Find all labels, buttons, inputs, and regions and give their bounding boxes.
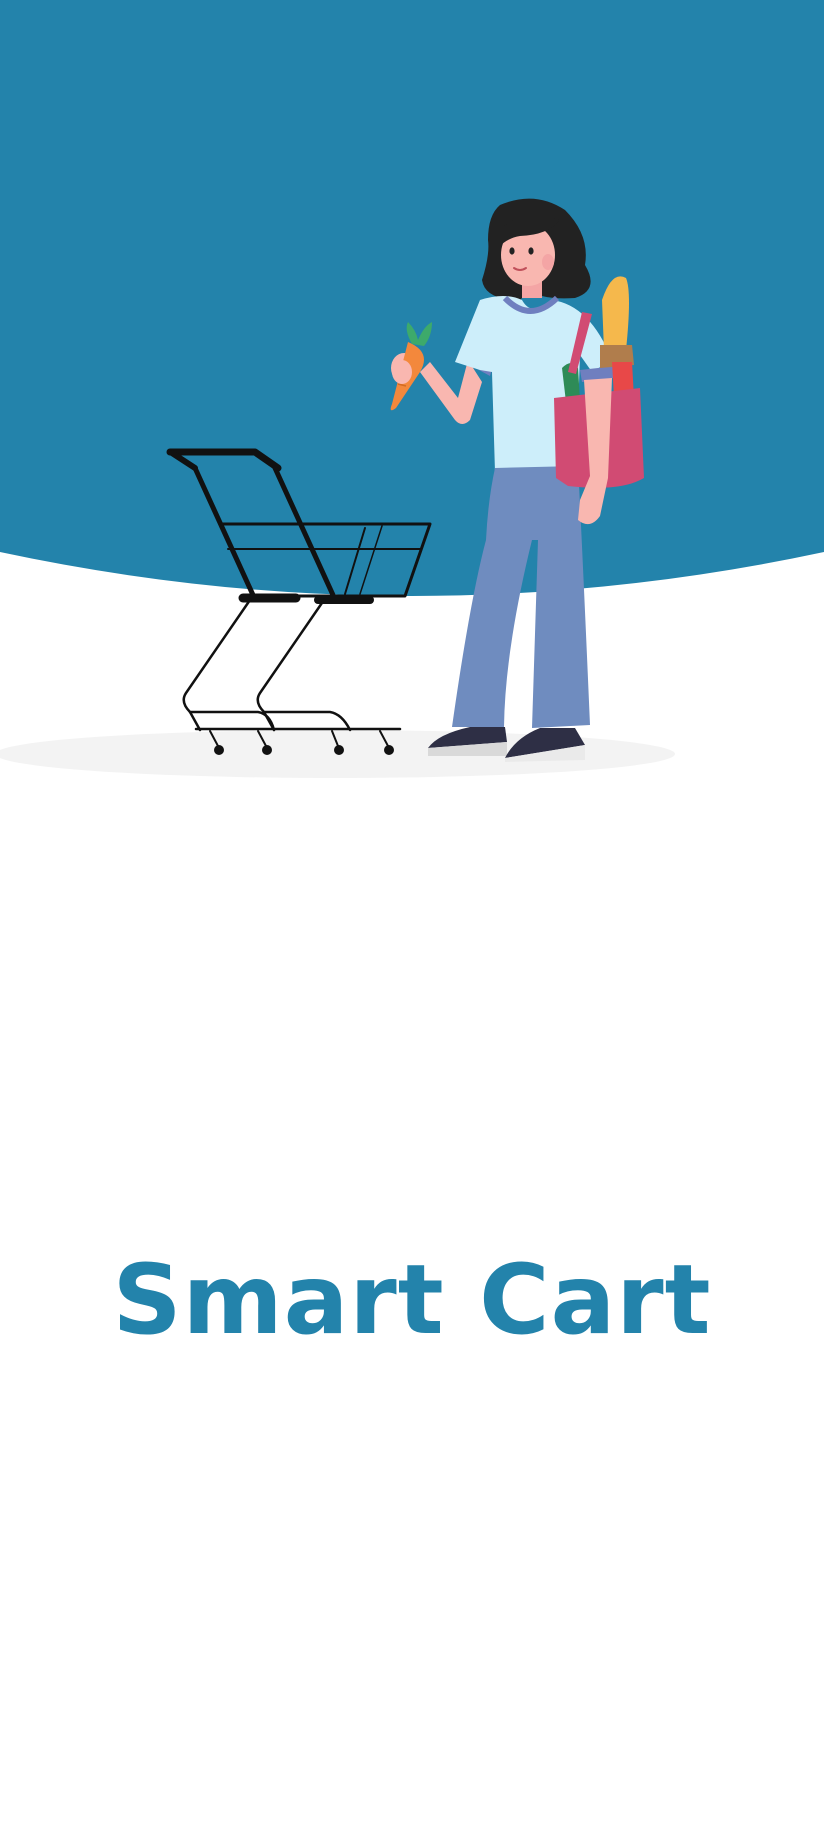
splash-hero bbox=[0, 0, 824, 800]
app-title: Smart Cart bbox=[112, 1244, 712, 1356]
hero-background-curve bbox=[0, 0, 824, 596]
